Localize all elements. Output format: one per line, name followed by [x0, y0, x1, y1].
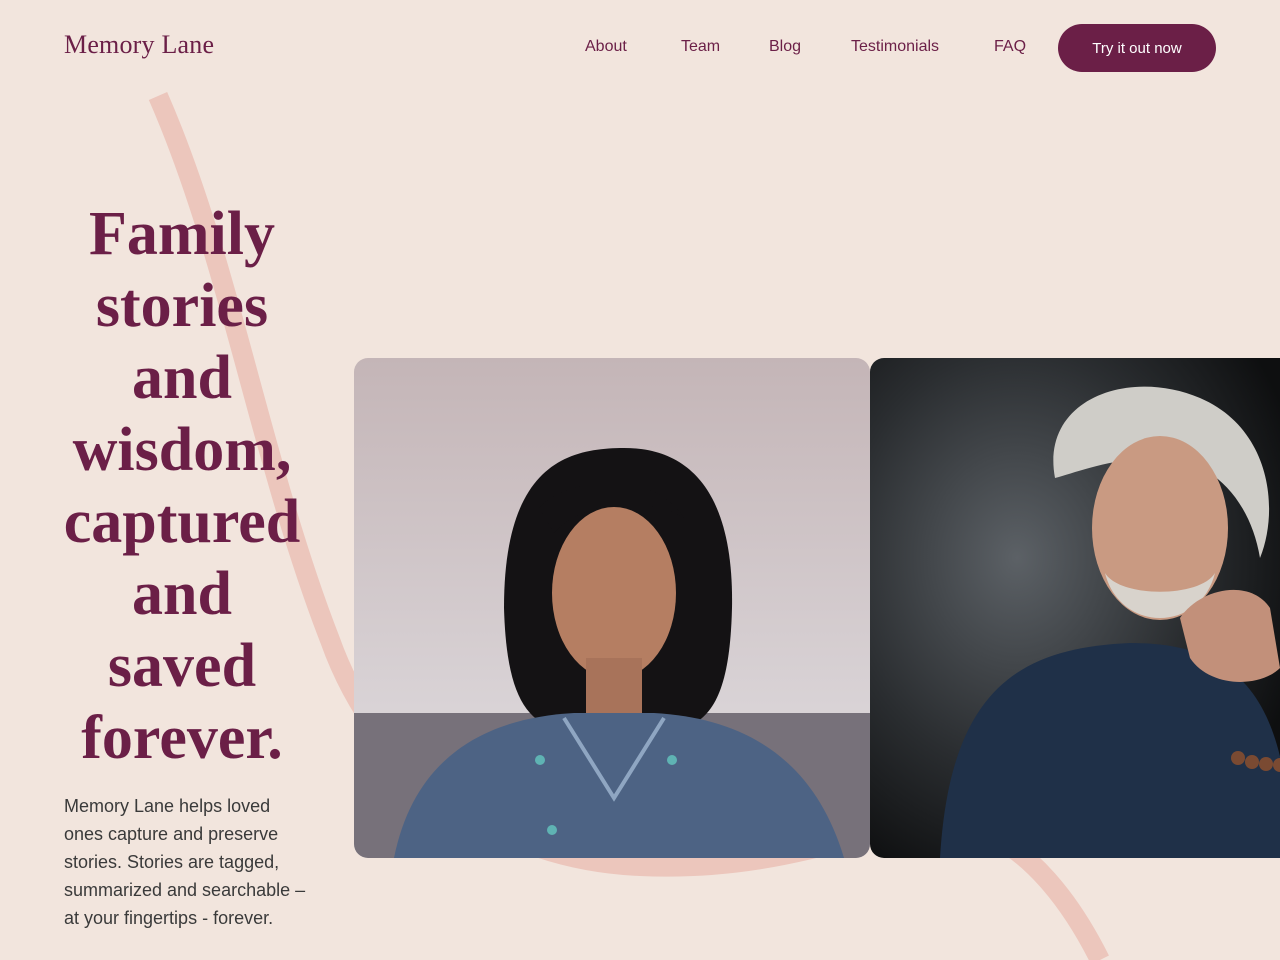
hero-title: Family stories and wisdom, captured and … — [63, 200, 301, 772]
try-it-out-button[interactable]: Try it out now — [1058, 24, 1216, 72]
nav-team[interactable]: Team — [681, 38, 720, 56]
portrait-man-photo — [870, 358, 1280, 858]
logo[interactable]: Memory Lane — [64, 30, 214, 60]
portrait-woman-photo — [354, 358, 870, 858]
nav-faq[interactable]: FAQ — [994, 38, 1026, 56]
nav-about[interactable]: About — [585, 38, 627, 56]
nav-blog[interactable]: Blog — [769, 38, 801, 56]
hero-description: Memory Lane helps loved ones capture and… — [64, 796, 306, 928]
nav-testimonials[interactable]: Testimonials — [851, 38, 939, 56]
site-header: Memory Lane About Team Blog Testimonials… — [0, 0, 1280, 96]
